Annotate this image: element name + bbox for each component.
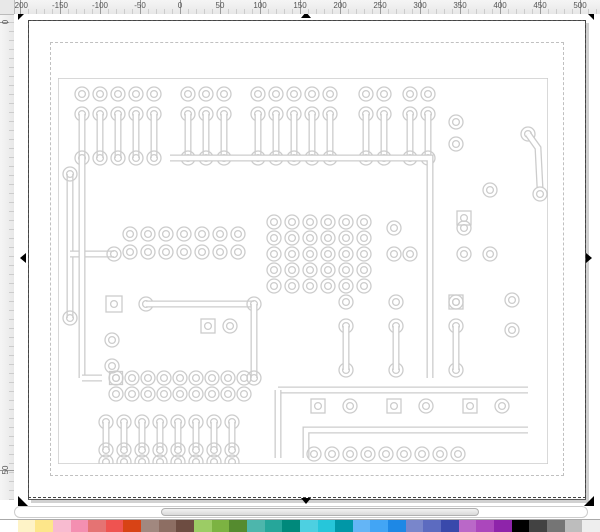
horizontal-scrollbar[interactable] — [14, 506, 588, 518]
swatch[interactable] — [123, 519, 141, 532]
swatch[interactable] — [35, 519, 53, 532]
pcb-drawing[interactable] — [58, 78, 548, 464]
swatch[interactable] — [88, 519, 106, 532]
swatch[interactable] — [547, 519, 565, 532]
swatch[interactable] — [406, 519, 424, 532]
swatch[interactable] — [229, 519, 247, 532]
swatch[interactable] — [176, 519, 194, 532]
ruler-corner — [0, 0, 15, 15]
swatch[interactable] — [282, 519, 300, 532]
swatch[interactable] — [0, 519, 18, 532]
swatch[interactable] — [159, 519, 177, 532]
ruler-horizontal[interactable]: -200-150-100-500501001502002503003504004… — [0, 0, 600, 15]
swatch[interactable] — [476, 519, 494, 532]
swatch[interactable] — [582, 519, 600, 532]
swatch[interactable] — [194, 519, 212, 532]
swatch[interactable] — [370, 519, 388, 532]
swatch[interactable] — [106, 519, 124, 532]
swatch[interactable] — [565, 519, 583, 532]
swatch[interactable] — [141, 519, 159, 532]
swatch[interactable] — [335, 519, 353, 532]
swatch[interactable] — [512, 519, 530, 532]
swatch[interactable] — [318, 519, 336, 532]
swatch[interactable] — [353, 519, 371, 532]
swatch[interactable] — [494, 519, 512, 532]
swatch[interactable] — [423, 519, 441, 532]
swatch[interactable] — [300, 519, 318, 532]
swatch[interactable] — [388, 519, 406, 532]
ruler-vertical[interactable]: 050 — [0, 0, 15, 500]
canvas[interactable] — [14, 14, 600, 532]
swatch[interactable] — [459, 519, 477, 532]
swatch[interactable] — [53, 519, 71, 532]
swatch[interactable] — [265, 519, 283, 532]
color-palette[interactable] — [0, 519, 600, 532]
swatch[interactable] — [247, 519, 265, 532]
swatch[interactable] — [18, 519, 36, 532]
swatch[interactable] — [529, 519, 547, 532]
swatch[interactable] — [212, 519, 230, 532]
swatch[interactable] — [71, 519, 89, 532]
swatch[interactable] — [441, 519, 459, 532]
scrollbar-thumb[interactable] — [161, 508, 479, 516]
